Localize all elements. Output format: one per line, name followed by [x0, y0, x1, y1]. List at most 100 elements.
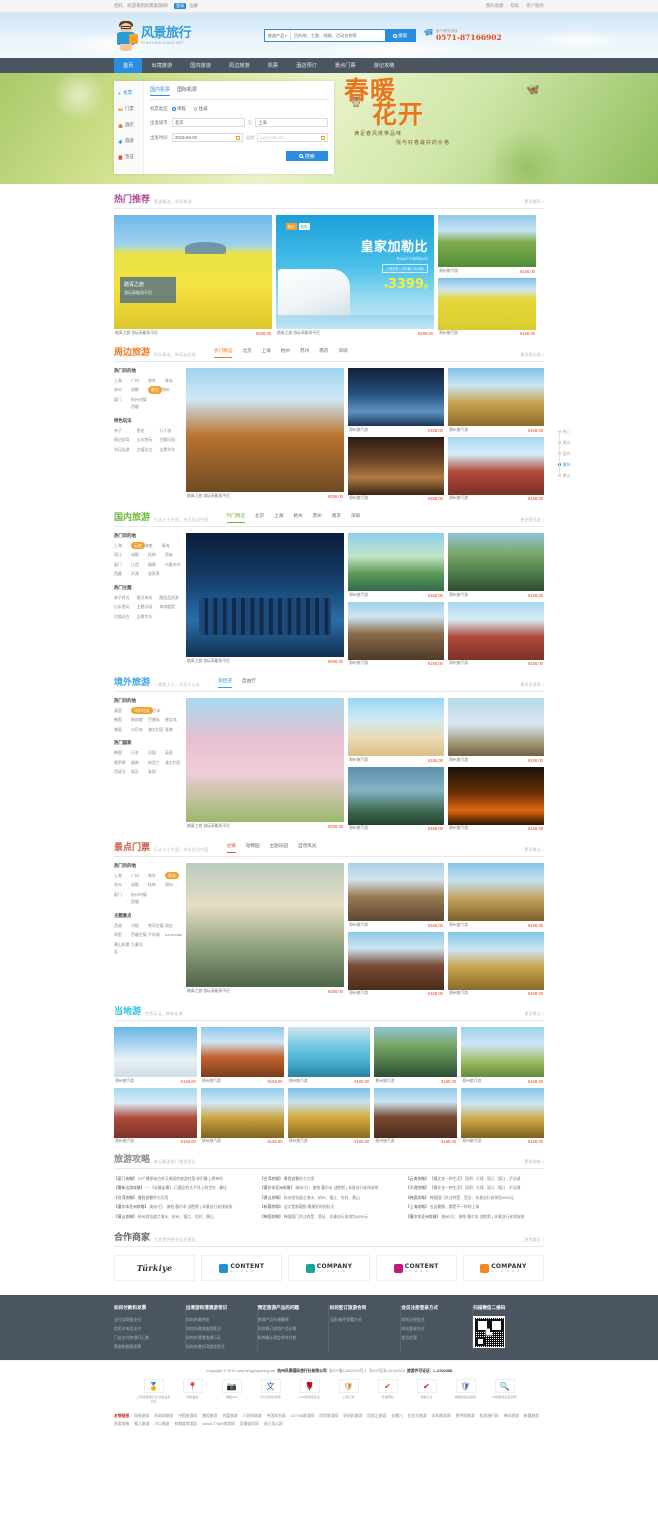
section-tab[interactable]: 上海	[274, 513, 283, 523]
section-tab[interactable]: 杭州	[293, 513, 302, 523]
product-card[interactable]: 郑州旅汽游 ¥168.00	[448, 931, 544, 996]
section-tab[interactable]: 北京	[242, 348, 251, 358]
friendly-link[interactable]: 人民网旅游	[243, 1414, 262, 1418]
guide-item[interactable]: 【黄山攻略】 杭州游览道之海水、杭州、镇江、屯村、黄山	[114, 1213, 252, 1222]
filter-tag[interactable]: 郑州	[165, 881, 182, 888]
friendly-link[interactable]: 都几旅游	[134, 1422, 149, 1426]
filter-tag[interactable]: 节日出游	[114, 446, 137, 453]
filter-tag[interactable]: 赏花	[137, 427, 160, 434]
filter-tag[interactable]: 山水赏玩	[137, 436, 160, 443]
product-card[interactable]: 郑州旅汽游 ¥168.00	[348, 368, 444, 433]
filter-tag[interactable]: 黄山风景区	[114, 941, 131, 956]
guide-item[interactable]: 【云南攻略】 【最文化一种生活】 昆明 - 大理 - 丽江 - 镇江 - 泸沽湖	[406, 1175, 544, 1184]
filter-tag[interactable]: 丽江	[114, 551, 131, 558]
footer-link[interactable]: 如何办理台湾旅游签注	[186, 1343, 251, 1352]
filter-tag[interactable]: 美国	[114, 726, 131, 733]
widget-side-签证[interactable]: 📕 签证	[114, 149, 143, 165]
filter-tag[interactable]: 普吉岛	[165, 716, 182, 723]
return-date-input[interactable]: yyyy-mm-dd	[257, 133, 329, 142]
friendly-link[interactable]: 同程之旅游	[367, 1414, 386, 1418]
calendar-icon[interactable]	[321, 135, 326, 140]
guide-item[interactable]: 【韩国攻略】 韩国国门关注的是、签证、本意自行安排包4000元	[260, 1213, 398, 1222]
widget-tab[interactable]: 国际机票	[177, 86, 197, 96]
friendly-link[interactable]: 新疆旅游	[524, 1414, 539, 1418]
filter-tag[interactable]: 古镇访古	[114, 613, 137, 620]
section-tab[interactable]: 北京	[255, 513, 264, 523]
product-card[interactable]: 郑州旅汽游 ¥168.00	[461, 1027, 544, 1084]
sidenav-item[interactable]: 热门	[558, 426, 588, 437]
filter-tag[interactable]: 福建	[148, 561, 165, 568]
filter-tag[interactable]: 云南	[131, 542, 145, 550]
filter-tag[interactable]: 海滨度假	[159, 603, 182, 610]
filter-tag[interactable]: horizontal	[165, 931, 182, 938]
friendly-link[interactable]: 驴妈妈旅游	[343, 1414, 362, 1418]
nav-item-7[interactable]: 游记攻略	[365, 58, 404, 73]
register-link[interactable]: 注册	[189, 3, 198, 9]
filter-tag[interactable]: 周边自驾	[114, 436, 137, 443]
friendly-link[interactable]: 浙商网旅游	[154, 1414, 173, 1418]
search-input[interactable]	[291, 30, 385, 41]
section-tab[interactable]: 南京	[332, 513, 341, 523]
friendly-link[interactable]: 欣欣旅游网	[319, 1414, 338, 1418]
footer-link[interactable]: 门店支付和银行汇款	[114, 1334, 179, 1343]
section-tab[interactable]: 主题乐园	[270, 843, 288, 853]
product-card[interactable]: 郑州旅汽游 ¥168.00	[114, 1027, 197, 1084]
section-tab[interactable]: 深圳	[338, 348, 347, 358]
section-tab[interactable]: 动物园	[246, 843, 260, 853]
section-more-link[interactable]: 更多周边游 >	[521, 352, 544, 358]
friendly-link[interactable]: 浙江游儿网	[264, 1422, 283, 1426]
product-card[interactable]: 郑州旅汽游 ¥168.00	[287, 1027, 371, 1084]
section-more-link[interactable]: 更多景点 >	[525, 847, 544, 853]
filter-tag[interactable]: 韩国	[114, 716, 131, 723]
arrival-city-input[interactable]: 上海	[255, 118, 329, 127]
login-button[interactable]: 登录	[174, 3, 187, 9]
certification-badge[interactable]: 文支付宝特约商家	[253, 1379, 289, 1404]
topbar-link-help[interactable]: 帮助	[510, 3, 519, 9]
filter-tag[interactable]: 万人游	[159, 427, 182, 434]
guide-item[interactable]: 【大理攻略】 【最文化一种生活】 昆明 - 大理 - 丽江 - 镇江 - 泸沽湖	[406, 1184, 544, 1193]
filter-tag[interactable]: 山水赏玩	[114, 603, 137, 610]
product-card[interactable]: 郑州旅汽游 ¥168.00	[374, 1027, 458, 1084]
topbar-link-service[interactable]: 客户服务	[526, 3, 544, 9]
filter-tag[interactable]: 全景华东	[137, 613, 160, 620]
nav-item-4[interactable]: 机票	[259, 58, 287, 73]
product-card[interactable]: 郑州旅汽游 ¥168.00	[448, 863, 544, 928]
filter-tag[interactable]: 蜜月海岛	[137, 594, 160, 601]
departure-date-input[interactable]: 2015-04-02	[172, 133, 243, 142]
filter-tag[interactable]: 法国	[148, 749, 165, 756]
nav-item-6[interactable]: 景点门票	[326, 58, 365, 73]
product-card[interactable]: 郑州旅汽游 ¥168.00	[348, 863, 444, 928]
filter-tag[interactable]: 亲子时光	[114, 594, 137, 601]
nav-item-2[interactable]: 国内旅游	[181, 58, 220, 73]
widget-tab[interactable]: 国内机票	[150, 86, 171, 96]
filter-tag[interactable]: 张家界	[148, 570, 165, 577]
section-tab[interactable]: 自然风光	[298, 843, 316, 853]
footer-link[interactable]: 如何办理港澳通行证	[186, 1334, 251, 1343]
filter-tag[interactable]: 桂林	[148, 551, 165, 558]
section-tab[interactable]: 自由行	[242, 678, 256, 688]
filter-tag[interactable]: 上海	[114, 542, 131, 549]
product-card[interactable]: 郑州旅汽游 ¥168.00	[348, 766, 444, 831]
section-tab[interactable]: 苏州	[300, 348, 309, 358]
friendly-link[interactable]: 途游攻略	[114, 1422, 129, 1426]
guide-item[interactable]: 【墨尔本亚洲攻略】 澳洲7日：澳柏 墨尔本 战胜斯 | 本意自行安排安排	[406, 1213, 544, 1222]
filter-tag[interactable]: 巴厘岛	[148, 716, 165, 723]
product-card[interactable]: 郑州旅汽游 ¥168.00	[438, 215, 536, 274]
filter-tag[interactable]: 成都	[131, 386, 148, 393]
filter-tag[interactable]: 主题乐园	[159, 436, 182, 443]
filter-tag[interactable]: 南京	[148, 872, 165, 879]
certification-badge[interactable]: 🛡 网络社会征信网	[448, 1379, 484, 1404]
search-button[interactable]: 搜索	[385, 30, 415, 41]
guide-item[interactable]: 【最新出游攻略】 一 【去最走最】 已遇见的太平洋上的世外 - 最佳	[114, 1184, 252, 1193]
filter-tag[interactable]: 主题乐园	[137, 603, 160, 610]
widget-search-button[interactable]: 搜索	[286, 151, 328, 161]
filter-tag[interactable]: 青岛	[165, 377, 182, 384]
filter-tag[interactable]: 广州	[131, 377, 148, 384]
footer-link[interactable]: 如何注册会员	[401, 1316, 466, 1325]
filter-tag[interactable]: 澳大利亚	[165, 759, 182, 766]
product-card[interactable]: 郑州旅汽游 ¥168.00	[114, 1087, 197, 1144]
product-card[interactable]: 郑州旅汽游 ¥168.00	[448, 436, 544, 501]
filter-tag[interactable]: 乌鲁木齐	[165, 561, 182, 568]
guide-item[interactable]: 【黄山攻略】 杭州游览道之海水、杭州、镇江、屯村、黄山	[260, 1194, 398, 1203]
product-card[interactable]: 郑州旅汽游 ¥168.00	[287, 1087, 371, 1144]
